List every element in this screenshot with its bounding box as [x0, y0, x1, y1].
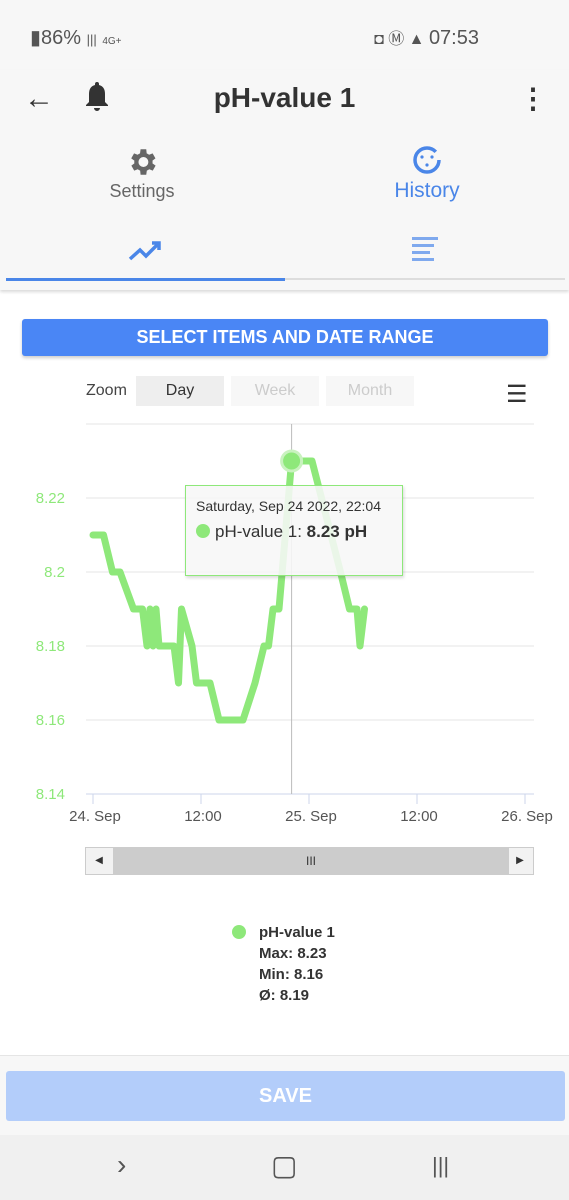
series-dot-icon — [196, 524, 210, 538]
scroll-right-icon[interactable]: ▶ — [507, 848, 533, 874]
x-tick-label: 24. Sep — [69, 808, 121, 825]
tooltip-date: Saturday, Sep 24 2022, 22:04 — [196, 498, 381, 514]
hover-point — [280, 449, 304, 473]
y-tick-label: 8.22 — [36, 490, 65, 507]
legend-series-name[interactable]: pH-value 1 — [259, 922, 335, 943]
y-tick-label: 8.14 — [36, 786, 65, 803]
footer: SAVE — [0, 1055, 569, 1135]
y-tick-label: 8.2 — [44, 564, 65, 581]
x-tick-label: 25. Sep — [285, 808, 337, 825]
y-tick-label: 8.18 — [36, 638, 65, 655]
tooltip-series: pH-value 1: — [215, 522, 307, 541]
y-tick-label: 8.16 — [36, 712, 65, 729]
legend-max: Max: 8.23 — [259, 945, 327, 962]
nav-recents-icon[interactable]: ||| — [432, 1153, 449, 1179]
chart: 8.14 8.16 8.18 8.2 8.22 24. Sep 12:00 25. Sep 12… — [36, 423, 553, 825]
scroll-left-icon[interactable]: ◀ — [86, 848, 112, 874]
x-tick-label: 26. Sep — [501, 808, 553, 825]
save-button[interactable]: SAVE — [6, 1071, 565, 1121]
series-dot-icon — [232, 925, 246, 939]
nav-back-icon[interactable]: › — [117, 1149, 126, 1181]
tooltip-value: 8.23 pH — [306, 522, 368, 541]
scrollbar-thumb[interactable]: III — [113, 848, 509, 874]
chart-scrollbar[interactable]: ◀ III ▶ — [85, 847, 534, 875]
legend-avg: Ø: 8.19 — [259, 987, 310, 1004]
legend: pH-value 1 Max: 8.23 Min: 8.16 Ø: 8.19 — [232, 922, 335, 1006]
chart-tooltip: Saturday, Sep 24 2022, 22:04 pH-value 1:… — [185, 485, 403, 576]
nav-home-icon[interactable]: ▢ — [271, 1149, 297, 1182]
legend-min: Min: 8.16 — [259, 966, 324, 983]
x-tick-label: 12:00 — [400, 808, 438, 825]
system-nav-bar: › ▢ ||| — [0, 1135, 569, 1200]
x-tick-label: 12:00 — [184, 808, 222, 825]
